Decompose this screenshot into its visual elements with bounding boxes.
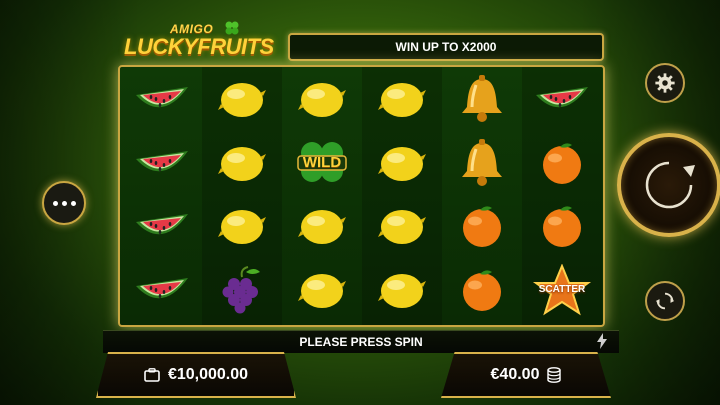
symbol-bell <box>452 137 512 189</box>
settings-button[interactable] <box>645 63 685 103</box>
symbol-orange <box>532 137 592 189</box>
status-message: PLEASE PRESS SPIN <box>299 335 423 349</box>
bet-amount: €40.00 <box>490 366 540 383</box>
symbol-lemon <box>372 264 432 316</box>
balance-display: €10,000.00 <box>96 352 296 398</box>
reel-column <box>362 67 442 325</box>
symbol-watermelon <box>132 200 192 252</box>
wallet-icon <box>144 368 160 382</box>
bet-display[interactable]: €40.00 <box>441 352 611 398</box>
game-logo: AMIGO LUCKYFRUITS <box>118 21 283 64</box>
symbol-bell <box>452 73 512 125</box>
reel-grid[interactable]: WILD SCATTER <box>118 65 605 327</box>
symbol-watermelon <box>532 73 592 125</box>
balance-amount: €10,000.00 <box>167 366 249 383</box>
wild-label: WILD <box>302 153 342 171</box>
symbol-orange <box>532 200 592 252</box>
symbol-lemon <box>212 200 272 252</box>
symbol-watermelon <box>132 73 192 125</box>
logo-luckyfruits: LUCKYFRUITS <box>124 34 274 59</box>
symbol-scatter: SCATTER <box>532 263 592 316</box>
gear-icon <box>655 73 675 93</box>
autoplay-icon <box>655 292 675 310</box>
symbol-lemon <box>292 200 352 252</box>
spin-arrow-icon <box>645 161 695 209</box>
spin-button[interactable] <box>617 133 720 237</box>
coins-icon <box>547 367 562 383</box>
scatter-label: SCATTER <box>538 283 586 295</box>
symbol-lemon <box>372 73 432 125</box>
reel-column <box>202 67 282 325</box>
more-dots-icon <box>51 200 78 206</box>
reel-column <box>122 67 202 325</box>
win-banner-text: WIN UP TO X2000 <box>395 40 497 54</box>
menu-button[interactable] <box>42 181 86 225</box>
symbol-wild: WILD <box>292 137 352 189</box>
autoplay-button[interactable] <box>645 281 685 321</box>
symbol-lemon <box>212 137 272 189</box>
win-banner: WIN UP TO X2000 <box>288 33 604 61</box>
status-message-bar: PLEASE PRESS SPIN <box>103 330 619 353</box>
symbol-grapes <box>212 264 272 316</box>
symbol-lemon <box>372 200 432 252</box>
symbol-orange <box>452 200 512 252</box>
symbol-lemon <box>212 73 272 125</box>
reel-column: WILD <box>282 67 362 325</box>
symbol-watermelon <box>132 137 192 189</box>
symbol-watermelon <box>132 264 192 316</box>
symbol-orange <box>452 264 512 316</box>
lightning-icon[interactable] <box>596 333 608 349</box>
reel-column: SCATTER <box>522 67 602 325</box>
symbol-lemon <box>292 264 352 316</box>
reel-column <box>442 67 522 325</box>
symbol-lemon <box>372 137 432 189</box>
symbol-lemon <box>292 73 352 125</box>
